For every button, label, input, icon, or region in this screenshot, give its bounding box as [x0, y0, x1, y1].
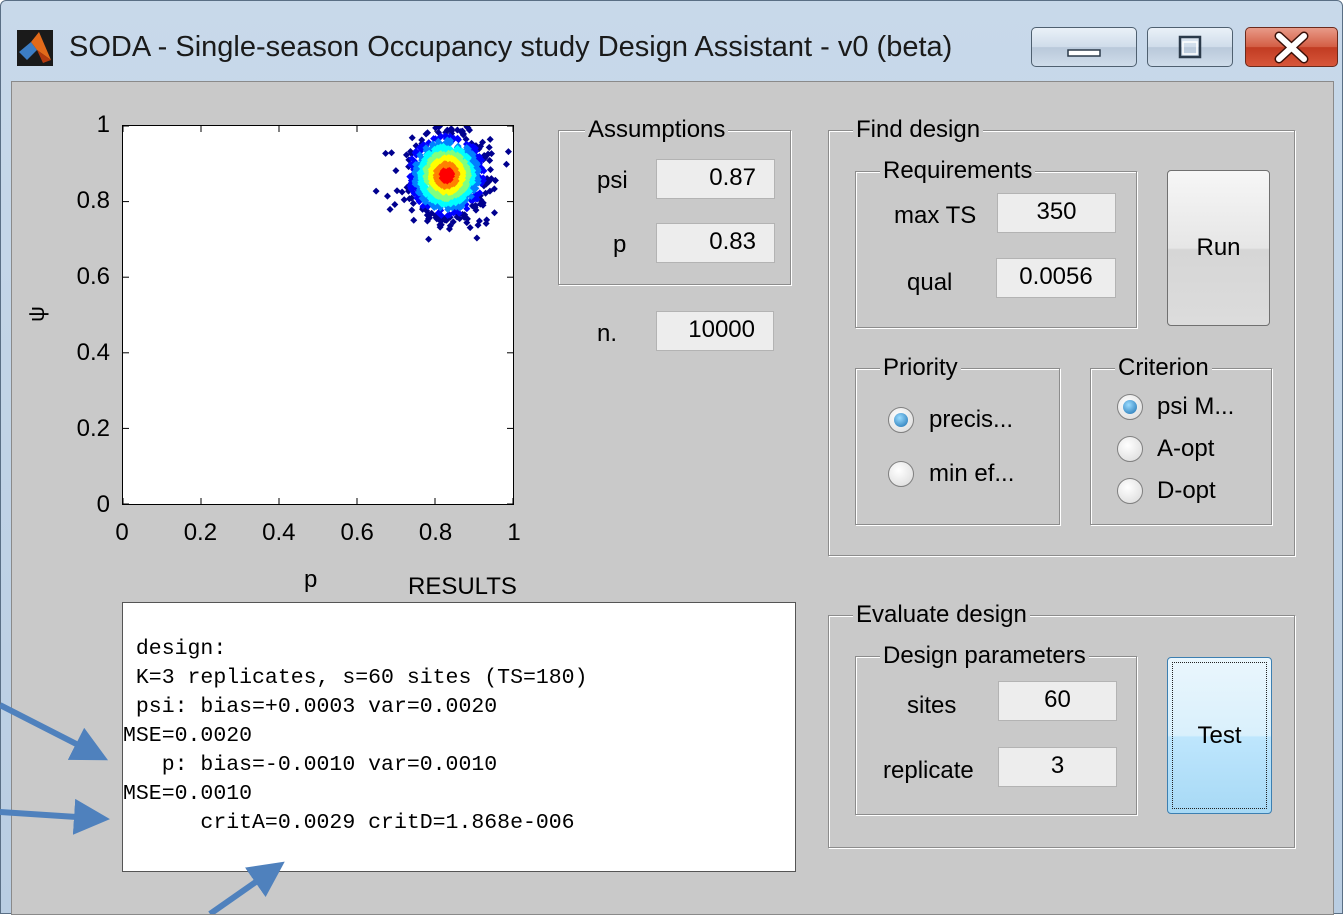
criterion-a-opt-label[interactable]: A-opt — [1157, 435, 1214, 463]
scatter-point — [388, 149, 396, 157]
scatter-point — [410, 216, 418, 224]
y-tick-label: 0 — [96, 491, 110, 518]
p-input[interactable]: 0.83 — [656, 223, 775, 263]
criterion-d-opt-label[interactable]: D-opt — [1157, 477, 1216, 505]
assumptions-title: Assumptions — [585, 116, 729, 144]
scatter-point — [382, 149, 390, 157]
replicate-input[interactable]: 3 — [998, 747, 1117, 787]
evaluate-design-title: Evaluate design — [853, 601, 1030, 629]
scatter-point — [392, 167, 400, 175]
x-tick-label: 0.8 — [418, 519, 453, 546]
criterion-a-opt-radio[interactable] — [1117, 436, 1143, 462]
n-input[interactable]: 10000 — [656, 311, 774, 351]
evaluate-design-panel: Evaluate design Design parameters sites … — [828, 601, 1295, 848]
requirements-title: Requirements — [880, 157, 1036, 185]
scatter-point — [425, 235, 433, 243]
scatter-point — [502, 160, 510, 168]
y-axis-label: ψ — [23, 306, 49, 322]
scatter-point — [383, 192, 391, 200]
sites-input[interactable]: 60 — [998, 681, 1117, 721]
results-text: design: K=3 replicates, s=60 sites (TS=1… — [123, 637, 588, 835]
minimize-button[interactable] — [1031, 27, 1137, 67]
scatter-plot-axes[interactable] — [122, 122, 514, 505]
window-title: SODA - Single-season Occupancy study Des… — [69, 31, 953, 63]
test-button[interactable]: Test — [1167, 657, 1272, 814]
find-design-title: Find design — [853, 116, 984, 144]
replicate-label: replicate — [883, 757, 974, 784]
title-bar[interactable]: SODA - Single-season Occupancy study Des… — [1, 1, 1342, 81]
qual-input[interactable]: 0.0056 — [996, 258, 1116, 298]
results-text-box: design: K=3 replicates, s=60 sites (TS=1… — [122, 602, 796, 872]
x-tick-label: 0.2 — [183, 519, 218, 546]
x-tick-label: 0 — [115, 519, 129, 546]
psi-input[interactable]: 0.87 — [656, 159, 775, 199]
y-tick-label: 0.2 — [76, 415, 110, 442]
close-icon — [1274, 31, 1309, 64]
minimize-icon — [1067, 49, 1101, 57]
close-button[interactable] — [1245, 27, 1338, 67]
scatter-point — [393, 187, 401, 195]
priority-precision-radio[interactable] — [888, 407, 914, 433]
qual-label: qual — [907, 269, 953, 296]
priority-precision-label[interactable]: precis... — [929, 406, 1013, 434]
y-tick-label: 1 — [96, 111, 110, 138]
results-title: RESULTS — [408, 573, 517, 600]
scatter-point — [400, 196, 408, 204]
maximize-button[interactable] — [1147, 27, 1233, 67]
scatter-point — [486, 166, 494, 174]
criterion-panel: Criterion psi M... A-opt D-opt — [1090, 354, 1272, 525]
figure-client-area: ψ p RESULTS design: K=3 replicates, s=60… — [11, 81, 1334, 915]
scatter-point — [486, 135, 494, 143]
priority-title: Priority — [880, 354, 961, 382]
run-button-label: Run — [1196, 234, 1241, 261]
design-parameters-panel: Design parameters sites 60 replicate 3 — [855, 642, 1137, 815]
scatter-plot — [122, 122, 514, 505]
max-ts-input[interactable]: 350 — [997, 193, 1116, 233]
x-tick-label: 0.6 — [340, 519, 374, 546]
criterion-title: Criterion — [1115, 354, 1212, 382]
matlab-logo-icon — [17, 30, 53, 66]
find-design-panel: Find design Requirements max TS 350 qual… — [828, 116, 1295, 556]
priority-panel: Priority precis... min ef... — [855, 354, 1060, 525]
x-tick-label: 0.4 — [262, 519, 296, 546]
x-axis-label: p — [304, 566, 318, 593]
run-button[interactable]: Run — [1167, 170, 1270, 326]
criterion-d-opt-radio[interactable] — [1117, 478, 1143, 504]
n-label: n. — [597, 320, 618, 347]
test-button-label: Test — [1197, 722, 1242, 749]
y-tick-label: 0.4 — [76, 339, 110, 366]
criterion-psi-mse-label[interactable]: psi M... — [1157, 393, 1234, 421]
criterion-psi-mse-radio[interactable] — [1117, 394, 1143, 420]
scatter-point — [386, 205, 394, 213]
y-tick-label: 0.8 — [76, 187, 110, 214]
scatter-point — [391, 200, 399, 208]
design-parameters-title: Design parameters — [880, 642, 1089, 670]
y-tick-label: 0.6 — [76, 263, 110, 290]
x-tick-label: 1 — [507, 519, 521, 546]
scatter-point — [504, 148, 512, 156]
priority-min-effort-radio[interactable] — [888, 461, 914, 487]
scatter-point — [398, 188, 406, 196]
scatter-point — [473, 234, 481, 242]
scatter-point — [372, 187, 380, 195]
max-ts-label: max TS — [894, 202, 977, 229]
scatter-point — [490, 209, 498, 217]
requirements-panel: Requirements max TS 350 qual 0.0056 — [855, 157, 1137, 328]
p-label: p — [613, 231, 627, 258]
app-window: SODA - Single-season Occupancy study Des… — [0, 0, 1343, 915]
sites-label: sites — [907, 692, 957, 719]
maximize-icon — [1178, 35, 1202, 59]
scatter-point — [408, 134, 416, 142]
psi-label: psi — [597, 167, 628, 194]
scatter-point — [408, 206, 416, 214]
assumptions-panel: Assumptions psi 0.87 p 0.83 — [558, 116, 791, 285]
scatter-point — [485, 143, 493, 151]
priority-min-effort-label[interactable]: min ef... — [929, 460, 1014, 488]
